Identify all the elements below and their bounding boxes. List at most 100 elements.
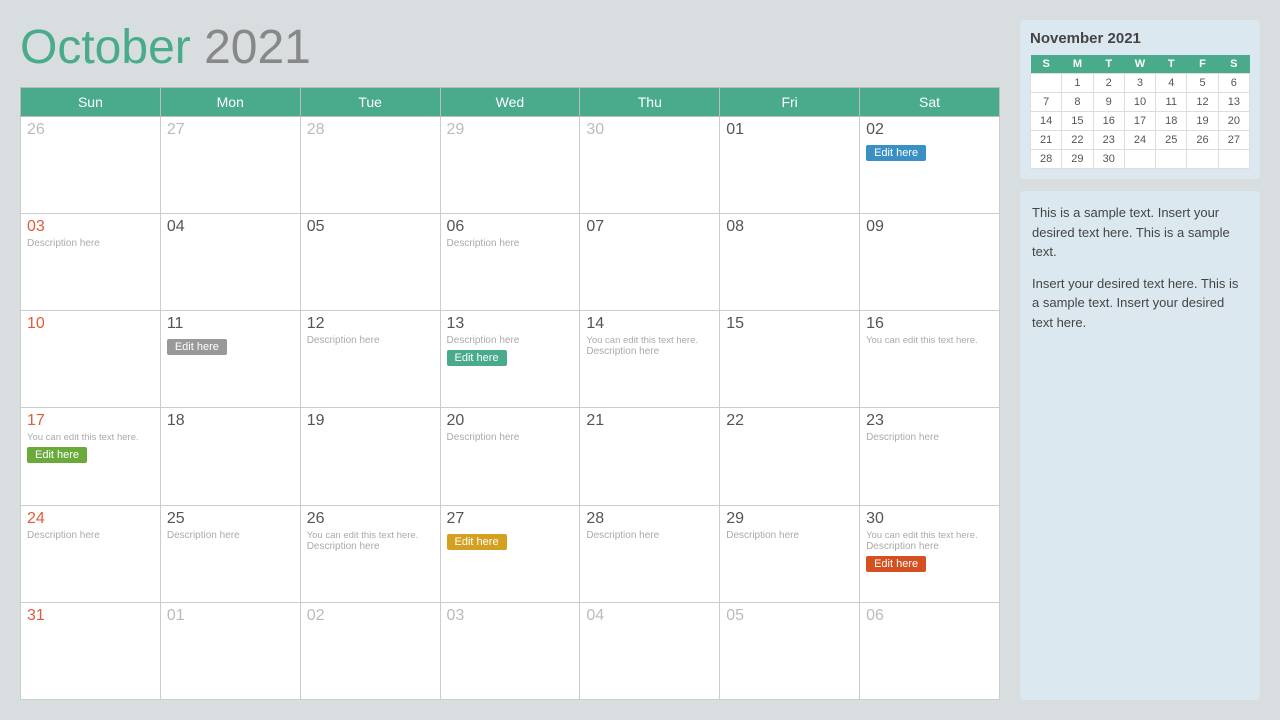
- event-button[interactable]: Edit here: [866, 145, 926, 161]
- day-desc: Description here: [866, 432, 993, 443]
- mini-cal-cell: 27: [1218, 131, 1249, 150]
- day-number: 16: [866, 315, 993, 333]
- mini-cal-cell: 29: [1062, 150, 1093, 169]
- calendar-row: 10 11 Edit here 12 Description here 13Descrip…: [21, 311, 1000, 408]
- calendar-cell: 04: [160, 214, 300, 311]
- mini-cal-cell: 20: [1218, 112, 1249, 131]
- calendar-cell: 22: [720, 408, 860, 505]
- day-number: 26: [307, 510, 434, 528]
- day-note: You can edit this text here.: [866, 335, 993, 346]
- calendar-cell: 08: [720, 214, 860, 311]
- event-button[interactable]: Edit here: [866, 556, 926, 572]
- mini-cal-cell: [1187, 150, 1218, 169]
- day-note: You can edit this text here.: [307, 530, 434, 541]
- main-section: October 2021 SunMonTueWedThuFriSat 26272…: [20, 20, 1000, 700]
- calendar-cell: 07: [580, 214, 720, 311]
- day-number: 24: [27, 510, 154, 528]
- calendar-cell: 13Description hereEdit here: [440, 311, 580, 408]
- calendar-cell: 06Description here: [440, 214, 580, 311]
- calendar-cell: 28: [300, 117, 440, 214]
- calendar-cell: 01: [160, 602, 300, 699]
- mini-cal-cell: 18: [1156, 112, 1187, 131]
- mini-cal-header: T: [1156, 55, 1187, 74]
- day-number: 25: [167, 510, 294, 528]
- dow-header: Mon: [160, 88, 300, 117]
- dow-header: Thu: [580, 88, 720, 117]
- calendar-cell: 06: [860, 602, 1000, 699]
- mini-cal-cell: 3: [1124, 74, 1155, 93]
- mini-cal-header: T: [1093, 55, 1124, 74]
- calendar-cell: 23Description here: [860, 408, 1000, 505]
- day-desc: Description here: [866, 541, 993, 552]
- calendar-row: 24 Description here 25 Description here 26 Yo…: [21, 505, 1000, 602]
- calendar-cell: 02 Edit here: [860, 117, 1000, 214]
- day-desc: Description here: [27, 238, 154, 249]
- mini-cal-cell: 7: [1031, 93, 1062, 112]
- event-button[interactable]: Edit here: [167, 339, 227, 355]
- day-number: 22: [726, 412, 853, 430]
- mini-calendar-box: November 2021 SMTWTFS1234567891011121314…: [1020, 20, 1260, 179]
- calendar-row: 17You can edit this text here.Edit here1…: [21, 408, 1000, 505]
- day-number: 14: [586, 315, 713, 333]
- mini-cal-cell: 17: [1124, 112, 1155, 131]
- day-desc: Description here: [307, 541, 434, 552]
- calendar-cell: 27Edit here: [440, 505, 580, 602]
- calendar-cell: 18: [160, 408, 300, 505]
- day-number: 29: [726, 510, 853, 528]
- year-word: 2021: [204, 21, 311, 74]
- event-button[interactable]: Edit here: [27, 447, 87, 463]
- dow-header: Sun: [21, 88, 161, 117]
- day-number: 11: [167, 315, 294, 333]
- event-button[interactable]: Edit here: [447, 350, 507, 366]
- day-number: 18: [167, 412, 294, 430]
- calendar-cell: 03: [440, 602, 580, 699]
- calendar-cell: 28 Description here: [580, 505, 720, 602]
- mini-cal-cell: 9: [1093, 93, 1124, 112]
- day-number: 12: [307, 315, 434, 333]
- day-number: 21: [586, 412, 713, 430]
- calendar-cell: 20Description here: [440, 408, 580, 505]
- day-number: 03: [447, 607, 574, 625]
- calendar-cell: 30: [580, 117, 720, 214]
- day-desc: Description here: [447, 432, 574, 443]
- day-number: 02: [866, 121, 993, 139]
- calendar-cell: 11 Edit here: [160, 311, 300, 408]
- calendar-row: 03Description here040506Description here…: [21, 214, 1000, 311]
- mini-calendar-title: November 2021: [1030, 30, 1250, 47]
- calendar-cell: 03Description here: [21, 214, 161, 311]
- mini-cal-cell: 30: [1093, 150, 1124, 169]
- side-text-para-1: This is a sample text. Insert your desir…: [1032, 203, 1248, 262]
- day-desc: Description here: [447, 238, 574, 249]
- mini-cal-table: SMTWTFS123456789101112131415161718192021…: [1030, 55, 1250, 169]
- day-note: You can edit this text here.: [866, 530, 993, 541]
- day-desc: Description here: [27, 530, 154, 541]
- calendar-cell: 26: [21, 117, 161, 214]
- event-button[interactable]: Edit here: [447, 534, 507, 550]
- calendar-body: 26272829300102Edit here03Description her…: [21, 117, 1000, 700]
- mini-cal-cell: 13: [1218, 93, 1249, 112]
- mini-cal-cell: 15: [1062, 112, 1093, 131]
- calendar-cell: 04: [580, 602, 720, 699]
- day-desc: Description here: [307, 335, 434, 346]
- mini-cal-cell: [1124, 150, 1155, 169]
- calendar-table: SunMonTueWedThuFriSat 26272829300102Edit…: [20, 87, 1000, 700]
- mini-cal-cell: 23: [1093, 131, 1124, 150]
- calendar-cell: 01: [720, 117, 860, 214]
- day-number: 09: [866, 218, 993, 236]
- day-number: 07: [586, 218, 713, 236]
- mini-cal-cell: 12: [1187, 93, 1218, 112]
- day-desc: Description here: [586, 346, 713, 357]
- day-note: You can edit this text here.: [27, 432, 154, 443]
- calendar-cell: 14You can edit this text here.Descriptio…: [580, 311, 720, 408]
- day-number: 10: [27, 315, 154, 333]
- sidebar: November 2021 SMTWTFS1234567891011121314…: [1020, 20, 1260, 700]
- day-desc: Description here: [586, 530, 713, 541]
- day-number: 02: [307, 607, 434, 625]
- calendar-cell: 29: [440, 117, 580, 214]
- day-number: 28: [586, 510, 713, 528]
- calendar-row: 26272829300102Edit here: [21, 117, 1000, 214]
- mini-cal-cell: 8: [1062, 93, 1093, 112]
- day-number: 19: [307, 412, 434, 430]
- calendar-row: 31010203040506: [21, 602, 1000, 699]
- calendar-cell: 05: [720, 602, 860, 699]
